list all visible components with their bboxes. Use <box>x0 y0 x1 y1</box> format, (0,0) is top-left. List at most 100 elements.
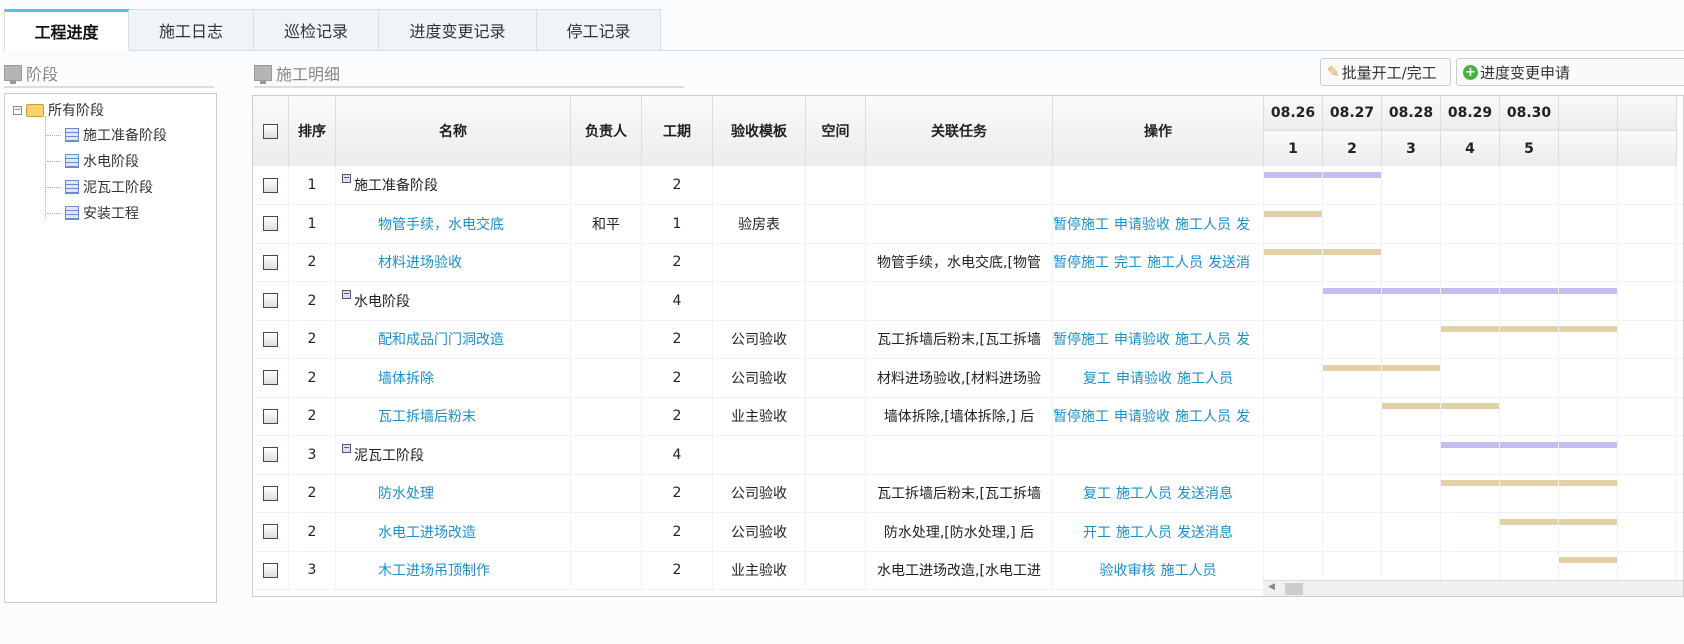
tree-node-all[interactable]: − 所有阶段 <box>13 100 104 120</box>
operation-link[interactable]: 施工人员 <box>1161 560 1217 580</box>
header-operations[interactable]: 操作 <box>1053 96 1264 166</box>
operation-link[interactable]: 复工 <box>1083 483 1111 503</box>
tree-node-stage[interactable]: 泥瓦工阶段 <box>47 177 153 197</box>
gantt-day-header: 1 <box>1264 131 1323 166</box>
gantt-date-header: 08.29 <box>1441 96 1500 131</box>
operation-link[interactable]: 发 <box>1236 329 1250 349</box>
operation-link[interactable]: 发送消息 <box>1177 522 1233 542</box>
table-icon <box>65 206 79 220</box>
row-checkbox[interactable] <box>263 293 278 308</box>
duration-cell: 2 <box>642 358 713 397</box>
operation-link[interactable]: 申请验收 <box>1114 214 1170 234</box>
operations-cell: 暂停施工 申请验收 施工人员发 <box>1053 204 1264 243</box>
row-checkbox[interactable] <box>263 524 278 539</box>
gantt-cell <box>1618 358 1677 397</box>
sort-cell: 2 <box>289 397 336 435</box>
task-name-link[interactable]: 物管手续，水电交底 <box>378 214 504 234</box>
operation-link[interactable]: 开工 <box>1083 522 1111 542</box>
scrollbar-thumb[interactable] <box>1285 583 1303 595</box>
row-select <box>253 435 289 474</box>
space-cell <box>806 474 866 512</box>
operation-link[interactable]: 验收审核 <box>1100 560 1156 580</box>
row-checkbox[interactable] <box>263 216 278 231</box>
row-checkbox[interactable] <box>263 485 278 501</box>
header-sort[interactable]: 排序 <box>289 96 336 166</box>
collapse-icon[interactable]: − <box>342 174 351 183</box>
operation-link[interactable]: 完工 <box>1114 252 1142 272</box>
collapse-icon[interactable]: − <box>342 443 351 453</box>
task-name-link[interactable]: 材料进场验收 <box>378 252 462 272</box>
tab-stop-records[interactable]: 停工记录 <box>537 9 661 51</box>
table-icon <box>65 180 79 194</box>
operation-link[interactable]: 申请验收 <box>1114 329 1170 349</box>
header-name[interactable]: 名称 <box>336 96 571 166</box>
task-name-link[interactable]: 瓦工拆墙后粉末 <box>378 406 476 426</box>
stage-tree: − 所有阶段 施工准备阶段 水电阶段 泥瓦工阶段 安装工程 <box>4 93 217 603</box>
tree-node-stage[interactable]: 施工准备阶段 <box>47 125 167 145</box>
collapse-icon[interactable]: − <box>13 105 22 115</box>
task-name-link[interactable]: 墙体拆除 <box>378 368 434 388</box>
row-checkbox[interactable] <box>263 331 278 347</box>
header-owner[interactable]: 负责人 <box>571 96 642 166</box>
progress-change-request-button[interactable]: + 进度变更申请 <box>1456 58 1684 86</box>
tab-change-records[interactable]: 进度变更记录 <box>379 9 537 51</box>
gantt-cell <box>1618 512 1677 551</box>
batch-start-finish-button[interactable]: ✎ 批量开工/完工 <box>1320 58 1451 86</box>
operation-link[interactable]: 暂停施工 <box>1053 252 1109 272</box>
task-name-link[interactable]: 水电工进场改造 <box>378 522 476 542</box>
tree-node-stage[interactable]: 水电阶段 <box>47 151 139 171</box>
header-related[interactable]: 关联任务 <box>866 96 1053 166</box>
tab-inspection-records[interactable]: 巡检记录 <box>254 9 379 51</box>
row-select <box>253 474 289 512</box>
operation-link[interactable]: 暂停施工 <box>1053 214 1109 234</box>
header-space[interactable]: 空间 <box>806 96 866 166</box>
operation-link[interactable]: 发送消息 <box>1177 483 1233 503</box>
operation-link[interactable]: 发送消 <box>1208 252 1250 272</box>
gantt-cell <box>1500 358 1559 397</box>
row-checkbox[interactable] <box>263 562 278 578</box>
header-template[interactable]: 验收模板 <box>713 96 806 166</box>
task-name-link[interactable]: 防水处理 <box>378 483 434 503</box>
scroll-left-arrow-icon[interactable]: ◀ <box>1268 582 1275 592</box>
operation-link[interactable]: 施工人员 <box>1175 214 1231 234</box>
sort-cell: 2 <box>289 281 336 320</box>
gantt-cell <box>1618 320 1677 358</box>
tab-construction-log[interactable]: 施工日志 <box>129 9 254 51</box>
operation-link[interactable]: 申请验收 <box>1114 406 1170 426</box>
task-name-link[interactable]: 木工进场吊顶制作 <box>378 560 490 580</box>
name-cell: 水电工进场改造 <box>336 512 571 551</box>
stage-title-text: 阶段 <box>26 65 59 84</box>
template-cell: 公司验收 <box>713 320 806 358</box>
task-name-link[interactable]: 配和成品门门洞改造 <box>378 329 504 349</box>
row-checkbox[interactable] <box>263 408 278 424</box>
operation-link[interactable]: 施工人员 <box>1175 406 1231 426</box>
header-duration[interactable]: 工期 <box>642 96 713 166</box>
row-select <box>253 320 289 358</box>
operation-link[interactable]: 暂停施工 <box>1053 406 1109 426</box>
row-checkbox[interactable] <box>263 370 278 385</box>
operation-link[interactable]: 施工人员 <box>1177 368 1233 388</box>
select-all-checkbox[interactable] <box>263 123 278 139</box>
operation-link[interactable]: 申请验收 <box>1116 368 1172 388</box>
horizontal-scrollbar[interactable]: ◀ <box>1263 580 1683 596</box>
collapse-icon[interactable]: − <box>342 289 351 299</box>
operation-link[interactable]: 暂停施工 <box>1053 329 1109 349</box>
operation-link[interactable]: 发 <box>1236 214 1250 234</box>
operation-link[interactable]: 施工人员 <box>1116 483 1172 503</box>
operation-link[interactable]: 施工人员 <box>1147 252 1203 272</box>
task-gantt-bar <box>1323 364 1381 371</box>
tab-progress[interactable]: 工程进度 <box>4 9 129 51</box>
construction-detail-grid: 排序 名称 负责人 工期 验收模板 空间 关联任务 操作 08.26 1 08.27… <box>252 95 1684 597</box>
operation-link[interactable]: 施工人员 <box>1116 522 1172 542</box>
row-checkbox[interactable] <box>263 447 278 462</box>
task-gantt-bar <box>1441 480 1499 486</box>
operation-link[interactable]: 复工 <box>1083 368 1111 388</box>
task-row: 2 墙体拆除 2 公司验收 材料进场验收,[材料进场验 复工 申请验收 施工人员 <box>253 358 1683 398</box>
phase-row: 1− 施工准备阶段 2 <box>253 166 1683 205</box>
row-select <box>253 204 289 243</box>
row-checkbox[interactable] <box>263 254 278 270</box>
tree-node-stage[interactable]: 安装工程 <box>47 203 139 223</box>
operation-link[interactable]: 发 <box>1236 406 1250 426</box>
operation-link[interactable]: 施工人员 <box>1175 329 1231 349</box>
row-checkbox[interactable] <box>263 177 278 193</box>
